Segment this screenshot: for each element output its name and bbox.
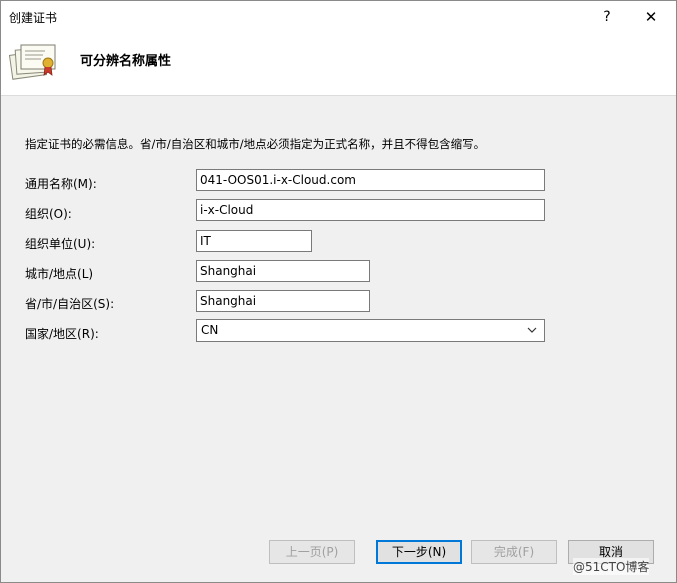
previous-button[interactable]: 上一页(P) [269, 540, 355, 564]
country-label: 国家/地区(R): [25, 327, 99, 341]
help-button[interactable]: ? [595, 5, 619, 29]
common-name-label: 通用名称(M): [25, 177, 97, 191]
common-name-input[interactable]: 041-OOS01.i-x-Cloud.com [196, 169, 545, 191]
country-selected-value: CN [201, 323, 219, 337]
certificate-stack-icon [9, 44, 56, 80]
org-unit-input[interactable]: IT [196, 230, 312, 252]
title-bar: 创建证书 ? ✕ [1, 1, 676, 33]
city-input[interactable]: Shanghai [196, 260, 370, 282]
close-button[interactable]: ✕ [637, 5, 665, 29]
instruction-text: 指定证书的必需信息。省/市/自治区和城市/地点必须指定为正式名称，并且不得包含缩… [25, 137, 486, 151]
city-label: 城市/地点(L) [25, 267, 94, 281]
page-title: 可分辨名称属性 [80, 54, 172, 69]
organization-input[interactable]: i-x-Cloud [196, 199, 545, 221]
state-label: 省/市/自治区(S): [25, 297, 115, 311]
country-select[interactable]: CN [196, 319, 545, 342]
create-certificate-dialog: 创建证书 ? ✕ 可分辨名称属性 指定证书的必需信息。省/市/自治区和城市/地点… [0, 0, 677, 583]
org-unit-label: 组织单位(U): [25, 237, 96, 251]
state-input[interactable]: Shanghai [196, 290, 370, 312]
header-banner: 可分辨名称属性 [1, 33, 676, 96]
watermark: @51CTO博客 [573, 558, 650, 575]
next-button[interactable]: 下一步(N) [376, 540, 462, 564]
organization-label: 组织(O): [25, 207, 72, 221]
chevron-down-icon [527, 327, 537, 333]
window-title: 创建证书 [9, 11, 58, 25]
finish-button[interactable]: 完成(F) [471, 540, 557, 564]
